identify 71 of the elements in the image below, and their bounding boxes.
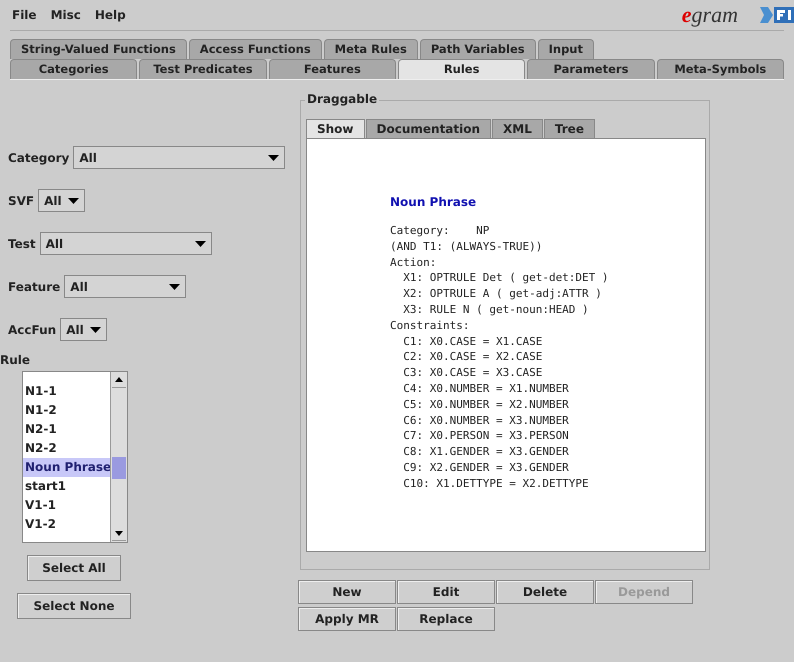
- tab[interactable]: Documentation: [366, 119, 492, 138]
- rule-heading: Noun Phrase: [390, 195, 478, 209]
- scroll-thumb[interactable]: [112, 457, 126, 479]
- filter-label: SVF: [8, 194, 34, 208]
- caret-icon: [68, 198, 79, 204]
- select-button[interactable]: Select All: [27, 555, 121, 581]
- list-item[interactable]: N1-1: [23, 382, 110, 401]
- list-item[interactable]: N2-2: [23, 439, 110, 458]
- code-line: Category: NP: [390, 223, 490, 239]
- tab[interactable]: Test Predicates: [139, 59, 267, 79]
- list-item[interactable]: V1-2: [23, 515, 110, 534]
- list-item[interactable]: V1-1: [23, 496, 110, 515]
- caret-icon: [90, 326, 101, 332]
- dropdown[interactable]: All: [60, 318, 107, 341]
- list-label: Rule: [0, 353, 32, 367]
- code-line: C10: X1.DETTYPE = X2.DETTYPE: [402, 476, 590, 492]
- code-line: C9: X2.GENDER = X3.GENDER: [402, 460, 570, 476]
- filter-label: Category: [8, 150, 70, 164]
- dropdown[interactable]: All: [64, 275, 186, 298]
- tab[interactable]: Meta Rules: [324, 39, 418, 59]
- code-line: C1: X0.CASE = X1.CASE: [402, 334, 544, 350]
- filter-label: Feature: [8, 280, 60, 294]
- action-button[interactable]: Delete: [496, 580, 594, 604]
- code-line: C7: X0.PERSON = X3.PERSON: [402, 428, 570, 444]
- tab[interactable]: Parameters: [527, 59, 655, 79]
- tab[interactable]: Tree: [544, 119, 595, 138]
- code-line: C8: X1.GENDER = X3.GENDER: [402, 444, 570, 460]
- select-button[interactable]: Select None: [17, 593, 131, 619]
- action-button[interactable]: Edit: [397, 580, 495, 604]
- code-line: C4: X0.NUMBER = X1.NUMBER: [402, 380, 570, 397]
- tab[interactable]: Input: [538, 39, 594, 59]
- list-item[interactable]: start1: [23, 477, 110, 496]
- logo-mark-icon: [758, 6, 794, 24]
- tab[interactable]: XML: [492, 119, 543, 138]
- dropdown[interactable]: All: [40, 232, 212, 255]
- tab[interactable]: Access Functions: [188, 39, 322, 59]
- code-line: C2: X0.CASE = X2.CASE: [402, 349, 544, 366]
- tab[interactable]: Features: [268, 59, 396, 79]
- code-line: C3: X0.CASE = X3.CASE: [402, 365, 544, 381]
- code-line: X1: OPTRULE Det ( get-det:DET ): [402, 270, 610, 286]
- list-item[interactable]: N1-2: [23, 401, 110, 420]
- tab[interactable]: Rules: [398, 59, 526, 79]
- tab[interactable]: Show: [306, 119, 365, 138]
- code-line: C5: X0.NUMBER = X2.NUMBER: [402, 396, 570, 413]
- dropdown[interactable]: All: [38, 189, 85, 212]
- dropdown[interactable]: All: [73, 146, 286, 169]
- filter-label: AccFun: [8, 322, 56, 336]
- menu-item[interactable]: File: [12, 8, 37, 22]
- code-line: Constraints:: [390, 318, 470, 334]
- app-logo: egram: [682, 2, 738, 28]
- caret-icon: [169, 284, 180, 290]
- caret-icon: [268, 154, 280, 160]
- code-line: X2: OPTRULE A ( get-adj:ATTR ): [402, 286, 603, 302]
- menu-item[interactable]: Help: [94, 8, 126, 22]
- action-button[interactable]: Apply MR: [298, 607, 396, 631]
- list-item[interactable]: N2-1: [23, 420, 110, 439]
- action-button[interactable]: New: [298, 580, 396, 604]
- code-line: (AND T1: (ALWAYS-TRUE)): [390, 238, 544, 255]
- code-line: C6: X0.NUMBER = X3.NUMBER: [402, 412, 570, 428]
- panel-title: Draggable: [305, 92, 380, 106]
- code-line: Action:: [390, 254, 438, 270]
- scrollbar[interactable]: [110, 372, 127, 542]
- filter-label: Test: [8, 236, 36, 250]
- action-button[interactable]: Replace: [397, 607, 495, 631]
- tab[interactable]: Path Variables: [420, 39, 536, 59]
- menu-item[interactable]: Misc: [50, 8, 81, 22]
- tab[interactable]: Categories: [10, 59, 138, 79]
- tab[interactable]: Meta-Symbols: [656, 59, 784, 79]
- tab[interactable]: String-Valued Functions: [10, 39, 187, 59]
- caret-icon: [194, 240, 206, 246]
- code-line: X3: RULE N ( get-noun:HEAD ): [402, 302, 590, 318]
